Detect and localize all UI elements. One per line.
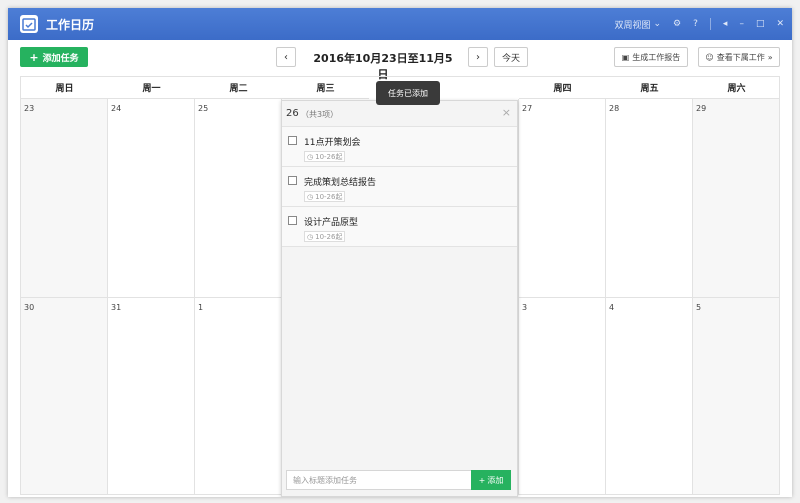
day-number: 24	[111, 104, 122, 113]
clock-icon: ◷	[307, 232, 314, 241]
chevron-left-icon: ‹	[284, 51, 288, 63]
day-cell[interactable]: 28	[606, 99, 693, 298]
day-number: 27	[522, 104, 533, 113]
task-title: 完成策划总结报告	[304, 178, 377, 188]
popup-day-number: 26	[286, 108, 299, 119]
view-switcher[interactable]: 双周视图 ⌄	[614, 18, 661, 31]
popup-task-count: （共3项）	[301, 110, 339, 119]
clock-icon: ◷	[307, 192, 314, 201]
day-cell[interactable]: 4	[606, 298, 693, 494]
day-cell[interactable]: 5	[693, 298, 779, 494]
clock-icon: ◷	[307, 152, 314, 161]
day-number: 4	[609, 303, 615, 312]
chevron-right-icon: ›	[476, 51, 480, 63]
generate-report-button[interactable]: ▣ 生成工作报告	[614, 47, 688, 67]
weekday-header: 周日	[21, 77, 108, 99]
task-checkbox[interactable]	[288, 216, 297, 225]
toolbar: + 添加任务 ‹ 2016年10月23日至11月5日 › 今天 ▣ 生成工作报告…	[8, 40, 792, 81]
day-cell[interactable]: 25	[195, 99, 282, 298]
add-task-label: 添加任务	[42, 53, 79, 64]
task-date-label: 10-26起	[315, 232, 343, 241]
new-task-input[interactable]: 输入标题添加任务	[286, 470, 472, 490]
task-checkbox[interactable]	[288, 176, 297, 185]
day-number: 23	[24, 104, 35, 113]
day-number: 28	[609, 104, 620, 113]
add-task-button[interactable]: + 添加任务	[20, 47, 88, 67]
weekday-header: 周一	[108, 77, 195, 99]
plus-icon: +	[478, 475, 486, 485]
task-item[interactable]: 设计产品原型 ◷ 10-26起	[282, 207, 517, 247]
prev-period-button[interactable]: ‹	[276, 47, 296, 67]
view-switcher-label: 双周视图	[614, 20, 651, 31]
task-date-badge: ◷ 10-26起	[304, 191, 346, 202]
day-cell[interactable]: 1	[195, 298, 282, 494]
day-number: 30	[24, 303, 35, 312]
weekday-header: 周三	[282, 77, 369, 99]
weekday-header: 周四	[519, 77, 606, 99]
today-button[interactable]: 今天	[494, 47, 528, 67]
weekday-header: 周五	[606, 77, 693, 99]
title-bar: 工作日历 双周视图 ⌄ ⚙ ? ◂ – □ ✕	[8, 8, 792, 40]
task-item[interactable]: 完成策划总结报告 ◷ 10-26起	[282, 167, 517, 207]
day-number: 5	[696, 303, 702, 312]
close-icon[interactable]: ×	[502, 106, 511, 119]
day-number: 29	[696, 104, 707, 113]
day-number: 1	[198, 303, 204, 312]
day-cell[interactable]: 27	[519, 99, 606, 298]
minimize-icon[interactable]: –	[739, 19, 744, 29]
double-chevron-right-icon: »	[767, 52, 773, 62]
pin-icon[interactable]: ◂	[723, 19, 728, 29]
weekday-header: 周二	[195, 77, 282, 99]
task-title: 11点开策划会	[304, 138, 361, 148]
close-icon[interactable]: ✕	[776, 19, 784, 29]
gear-icon[interactable]: ⚙	[673, 19, 681, 29]
task-date-badge: ◷ 10-26起	[304, 151, 346, 162]
task-date-label: 10-26起	[315, 152, 343, 161]
maximize-icon[interactable]: □	[756, 19, 765, 29]
day-number: 31	[111, 303, 122, 312]
view-subordinates-button[interactable]: ☺ 查看下属工作 »	[698, 47, 780, 67]
next-period-button[interactable]: ›	[468, 47, 488, 67]
day-cell[interactable]: 29	[693, 99, 779, 298]
task-date-label: 10-26起	[315, 192, 343, 201]
user-icon: ☺	[705, 52, 714, 62]
task-title: 设计产品原型	[304, 218, 359, 228]
day-cell[interactable]: 30	[21, 298, 108, 494]
app-title: 工作日历	[46, 18, 95, 32]
task-date-badge: ◷ 10-26起	[304, 231, 346, 242]
day-cell[interactable]: 3	[519, 298, 606, 494]
divider	[709, 18, 711, 30]
subordinate-label: 查看下属工作	[716, 52, 765, 62]
day-number: 25	[198, 104, 209, 113]
day-cell[interactable]: 24	[108, 99, 195, 298]
window-controls: 双周视图 ⌄ ⚙ ? ◂ – □ ✕	[614, 8, 784, 40]
report-label: 生成工作报告	[632, 52, 681, 62]
weekday-header: 周六	[693, 77, 780, 99]
report-icon: ▣	[621, 52, 630, 62]
day-number: 3	[522, 303, 528, 312]
add-submit-label: 添加	[487, 475, 504, 485]
plus-icon: +	[29, 50, 39, 64]
task-item[interactable]: 11点开策划会 ◷ 10-26起	[282, 127, 517, 167]
chevron-down-icon: ⌄	[653, 19, 662, 29]
day-cell[interactable]: 31	[108, 298, 195, 494]
add-task-submit-button[interactable]: + 添加	[471, 470, 511, 490]
app-window: 工作日历 双周视图 ⌄ ⚙ ? ◂ – □ ✕ + 添加任务 ‹ 2016年10…	[8, 8, 792, 497]
toast-notification: 任务已添加	[376, 81, 440, 105]
day-cell[interactable]: 23	[21, 99, 108, 298]
calendar-app-icon	[20, 15, 38, 33]
day-task-popup: 26 （共3项） × 11点开策划会 ◷ 10-26起 完成策划总结报告 ◷ 1…	[281, 100, 518, 497]
help-icon[interactable]: ?	[693, 19, 698, 29]
task-checkbox[interactable]	[288, 136, 297, 145]
